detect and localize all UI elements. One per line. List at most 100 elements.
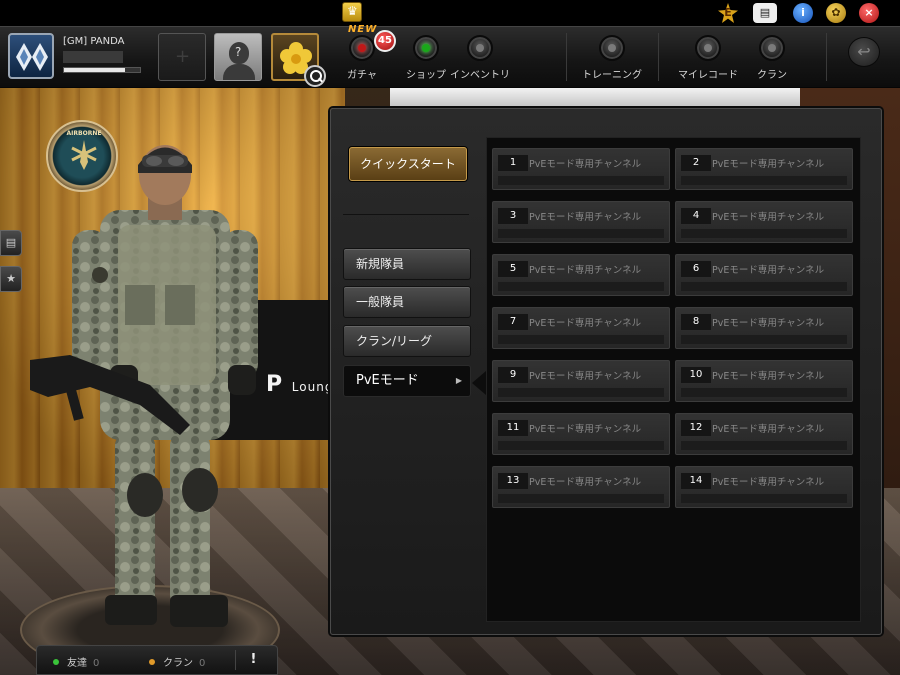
channel-1[interactable]: 1 PvEモード専用チャンネル: [492, 148, 670, 190]
gacha-label: ガチャ: [347, 70, 377, 81]
card-icon[interactable]: ▤: [753, 3, 777, 23]
side-star-button[interactable]: ★: [0, 266, 22, 292]
channel-10[interactable]: 10 PvEモード専用チャンネル: [675, 360, 853, 402]
chevron-right-icon: ▶: [455, 376, 462, 385]
channel-number: 5: [498, 261, 528, 277]
channel-5[interactable]: 5 PvEモード専用チャンネル: [492, 254, 670, 296]
channel-name: PvEモード専用チャンネル: [712, 371, 825, 382]
airborne-label: AIRBORNE: [66, 130, 102, 137]
channel-name: PvEモード専用チャンネル: [712, 477, 825, 488]
shop-button[interactable]: ショップ: [396, 35, 456, 81]
channel-capacity-bar: [498, 282, 664, 291]
trophy-icon[interactable]: ♛: [342, 2, 362, 22]
clan-label: クラン: [757, 70, 787, 81]
channel-number: 1: [498, 155, 528, 171]
channel-number: 10: [681, 367, 711, 383]
event-icon[interactable]: E: [718, 3, 738, 23]
channel-6[interactable]: 6 PvEモード専用チャンネル: [675, 254, 853, 296]
channel-capacity-bar: [498, 335, 664, 344]
my-record-button[interactable]: マイレコード: [678, 35, 738, 81]
channel-capacity-bar: [498, 441, 664, 450]
settings-icon[interactable]: ✿: [826, 3, 846, 23]
exp-bar: [63, 67, 141, 73]
channel-capacity-bar: [498, 176, 664, 185]
channel-name: PvEモード専用チャンネル: [712, 265, 825, 276]
channel-7[interactable]: 7 PvEモード専用チャンネル: [492, 307, 670, 349]
channel-capacity-bar: [681, 388, 847, 397]
channel-capacity-bar: [681, 282, 847, 291]
shop-indicator-icon: [413, 35, 439, 61]
channel-capacity-bar: [498, 494, 664, 503]
clan-status-icon: [149, 659, 155, 665]
friends-label: 友達: [67, 658, 87, 669]
social-bar: 友達 0 クラン 0 !: [36, 645, 278, 675]
clan-members-button[interactable]: クラン 0: [149, 654, 205, 669]
inventory-indicator-icon: [467, 35, 493, 61]
channel-capacity-bar: [681, 176, 847, 185]
channel-capacity-bar: [498, 229, 664, 238]
channel-number: 11: [498, 420, 528, 436]
channel-12[interactable]: 12 PvEモード専用チャンネル: [675, 413, 853, 455]
channel-name: PvEモード専用チャンネル: [712, 318, 825, 329]
channel-number: 2: [681, 155, 711, 171]
exp-bar-fill: [64, 68, 125, 72]
friends-button[interactable]: 友達 0: [53, 654, 99, 669]
search-icon[interactable]: [304, 65, 326, 87]
friends-status-icon: [53, 659, 59, 665]
close-icon[interactable]: ×: [859, 3, 879, 23]
unknown-icon: ?: [235, 45, 242, 59]
channel-9[interactable]: 9 PvEモード専用チャンネル: [492, 360, 670, 402]
inventory-label: インベントリ: [450, 70, 510, 81]
clan-indicator-icon: [759, 35, 785, 61]
channel-name: PvEモード専用チャンネル: [529, 318, 642, 329]
soldier-character: [30, 145, 258, 627]
channel-3[interactable]: 3 PvEモード専用チャンネル: [492, 201, 670, 243]
info-icon[interactable]: i: [793, 3, 813, 23]
training-indicator-icon: [599, 35, 625, 61]
rank-chevron-icon: [16, 43, 48, 71]
channel-14[interactable]: 14 PvEモード専用チャンネル: [675, 466, 853, 508]
channel-name: PvEモード専用チャンネル: [712, 424, 825, 435]
back-arrow-icon[interactable]: ↩: [848, 37, 880, 67]
channel-name: PvEモード専用チャンネル: [529, 371, 642, 382]
channel-list: 1 PvEモード専用チャンネル 2 PvEモード専用チャンネル 3 PvEモード専用チャン…: [486, 137, 861, 622]
mode-button-new-recruit[interactable]: 新規隊員: [343, 248, 471, 280]
channel-number: 3: [498, 208, 528, 224]
alert-button[interactable]: !: [235, 650, 271, 670]
menu-separator: [566, 33, 567, 81]
rank-badge[interactable]: [8, 33, 54, 79]
quickstart-button[interactable]: クイックスタート: [349, 147, 467, 181]
avatar-slot[interactable]: ?: [214, 33, 262, 81]
airborne-emblem: AIRBORNE: [46, 120, 118, 192]
player-sub-info: [63, 51, 123, 63]
top-navigation-bar: [GM] PANDA + ? NEW ガチャ 45 ショップ インベントリ トレ…: [0, 24, 900, 88]
channel-capacity-bar: [498, 388, 664, 397]
channel-number: 8: [681, 314, 711, 330]
mode-button-pve[interactable]: PvEモード ▶: [343, 365, 471, 397]
channel-2[interactable]: 2 PvEモード専用チャンネル: [675, 148, 853, 190]
channel-11[interactable]: 11 PvEモード専用チャンネル: [492, 413, 670, 455]
mode-label: 新規隊員: [356, 257, 405, 271]
channel-number: 12: [681, 420, 711, 436]
channel-13[interactable]: 13 PvEモード専用チャンネル: [492, 466, 670, 508]
shop-label: ショップ: [406, 70, 446, 81]
dagger-emblem-icon: [71, 140, 97, 170]
channel-8[interactable]: 8 PvEモード専用チャンネル: [675, 307, 853, 349]
ceiling-light: [390, 88, 810, 110]
mode-button-regular[interactable]: 一般隊員: [343, 286, 471, 318]
inventory-button[interactable]: インベントリ: [450, 35, 510, 81]
channel-capacity-bar: [681, 335, 847, 344]
plus-icon: +: [175, 46, 191, 67]
menu-separator: [658, 33, 659, 81]
clan-button[interactable]: クラン: [742, 35, 802, 81]
training-button[interactable]: トレーニング: [582, 35, 642, 81]
side-list-button[interactable]: ▤: [0, 230, 22, 256]
channel-number: 7: [498, 314, 528, 330]
channel-number: 14: [681, 473, 711, 489]
gacha-indicator-icon: [349, 35, 375, 61]
selection-pointer: [472, 371, 486, 395]
empty-slot[interactable]: +: [158, 33, 206, 81]
channel-4[interactable]: 4 PvEモード専用チャンネル: [675, 201, 853, 243]
training-label: トレーニング: [582, 70, 642, 81]
mode-button-clan-league[interactable]: クラン/リーグ: [343, 325, 471, 357]
